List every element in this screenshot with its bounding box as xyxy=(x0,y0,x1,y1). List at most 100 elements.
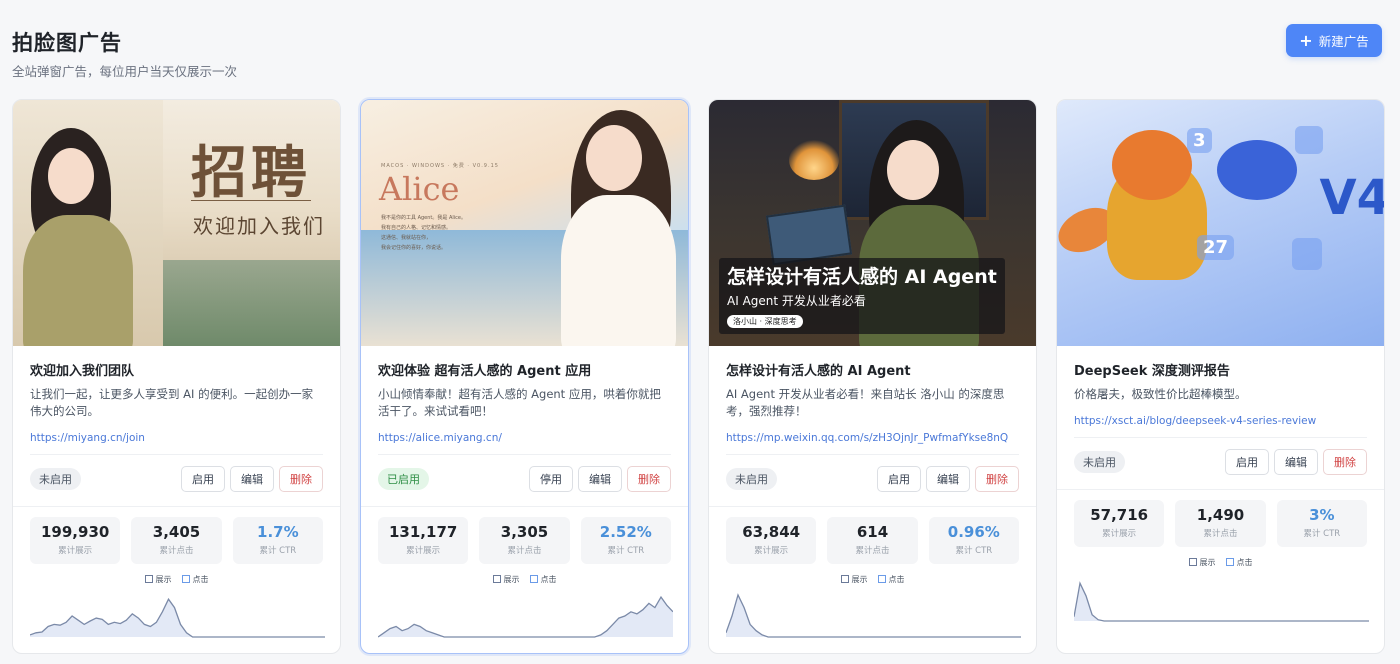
edit-button[interactable]: 编辑 xyxy=(578,465,622,492)
trend-area xyxy=(726,595,1021,637)
cover-divider xyxy=(191,200,311,201)
stat-value: 3% xyxy=(1309,506,1335,524)
edit-button[interactable]: 编辑 xyxy=(926,465,970,492)
chart-legend: 展示 点击 xyxy=(13,574,340,585)
status-badge: 未启用 xyxy=(30,467,81,490)
stat-value: 2.52% xyxy=(599,523,652,541)
stat-label: 累计 CTR xyxy=(955,546,993,556)
stat-ctr: 1.7% 累计 CTR xyxy=(232,517,323,564)
legend-impressions[interactable]: 展示 xyxy=(1188,557,1216,568)
trend-area xyxy=(1074,583,1369,621)
ad-cover-image: 招聘 欢迎加入我们 xyxy=(13,100,340,346)
trend-chart xyxy=(726,593,1021,638)
status-badge: 已启用 xyxy=(378,467,429,490)
cover-line: 我会记住你的喜好，你说话。 xyxy=(381,245,447,251)
cover-number: 3 xyxy=(1187,128,1212,153)
enable-button[interactable]: 启用 xyxy=(181,465,225,492)
stat-value: 131,177 xyxy=(389,523,458,541)
ad-link[interactable]: https://alice.miyang.cn/ xyxy=(378,432,671,444)
stat-label: 累计 CTR xyxy=(1303,529,1341,539)
stat-label: 累计展示 xyxy=(1102,529,1137,539)
plus-icon: + xyxy=(1299,30,1313,50)
legend-impressions[interactable]: 展示 xyxy=(840,574,868,585)
new-ad-button[interactable]: + 新建广告 xyxy=(1286,24,1382,57)
bar-chart-icon xyxy=(1295,126,1323,154)
legend-clicks[interactable]: 点击 xyxy=(181,574,209,585)
legend-clicks[interactable]: 点击 xyxy=(1225,557,1253,568)
cover-line: 我有自己的人格、记忆和情感。 xyxy=(381,225,452,231)
cover-line: 这通信、我就站在你， xyxy=(381,235,432,241)
ad-title: 欢迎加入我们团队 xyxy=(30,364,135,378)
ad-card[interactable]: 怎样设计有活人感的 AI Agent AI Agent 开发从业者必看 洛小山 … xyxy=(708,99,1037,654)
stat-clicks: 614 累计点击 xyxy=(827,517,918,564)
chart-legend: 展示 点击 xyxy=(709,574,1036,585)
edit-button[interactable]: 编辑 xyxy=(1274,448,1318,475)
trend-area xyxy=(378,597,673,637)
whale-logo-icon xyxy=(1217,140,1297,200)
ad-link[interactable]: https://mp.weixin.qq.com/s/zH3OjnJr_Pwfm… xyxy=(726,432,1019,444)
ad-card[interactable]: 3 27 V4 DeepSeek 深度测评报告 价格屠夫，极致性价比超棒模型。 … xyxy=(1056,99,1385,654)
trend-chart xyxy=(1074,581,1369,622)
stat-label: 累计点击 xyxy=(507,546,542,556)
stat-value: 3,405 xyxy=(152,523,201,541)
ad-description: 小山倾情奉献！超有活人感的 Agent 应用，哄着你就把活干了。来试试看吧！ xyxy=(378,387,661,418)
cover-subtitle: AI Agent 开发从业者必看 xyxy=(727,294,866,308)
legend-clicks[interactable]: 点击 xyxy=(877,574,905,585)
stat-value: 57,716 xyxy=(1090,506,1149,524)
enable-button[interactable]: 启用 xyxy=(877,465,921,492)
delete-button[interactable]: 删除 xyxy=(627,465,671,492)
cover-number: 27 xyxy=(1197,235,1235,260)
legend-impressions[interactable]: 展示 xyxy=(144,574,172,585)
stat-impressions: 199,930 累计展示 xyxy=(30,517,121,564)
delete-button[interactable]: 删除 xyxy=(279,465,323,492)
stat-value: 3,305 xyxy=(500,523,549,541)
ad-card[interactable]: MACOS · WINDOWS · 免费 · V0.9.15 Alice 我不是… xyxy=(360,99,689,654)
ad-link[interactable]: https://miyang.cn/join xyxy=(30,432,323,444)
ad-cover-image: 3 27 V4 xyxy=(1057,100,1384,346)
stat-value: 63,844 xyxy=(742,523,801,541)
stat-impressions: 63,844 累计展示 xyxy=(726,517,817,564)
cover-subtitle: 欢迎加入我们 xyxy=(193,214,325,238)
legend-clicks[interactable]: 点击 xyxy=(529,574,557,585)
cover-tag: 洛小山 · 深度思考 xyxy=(727,315,803,328)
legend-impressions[interactable]: 展示 xyxy=(492,574,520,585)
ad-title: 欢迎体验 超有活人感的 Agent 应用 xyxy=(378,364,592,378)
stat-label: 累计点击 xyxy=(159,546,194,556)
ad-link[interactable]: https://xsct.ai/blog/deepseek-v4-series-… xyxy=(1074,415,1367,427)
disable-button[interactable]: 停用 xyxy=(529,465,573,492)
trend-line xyxy=(1074,581,1369,622)
stat-impressions: 57,716 累计展示 xyxy=(1074,500,1165,547)
stat-ctr: 0.96% 累计 CTR xyxy=(928,517,1019,564)
trend-line xyxy=(726,593,1021,638)
ad-card-list: 招聘 欢迎加入我们 欢迎加入我们团队 让我们一起，让更多人享受到 AI 的便利。… xyxy=(12,99,1385,654)
cover-title: 招聘 xyxy=(191,140,311,206)
lamp-icon xyxy=(789,140,839,180)
stat-value: 199,930 xyxy=(41,523,110,541)
delete-button[interactable]: 删除 xyxy=(1323,448,1367,475)
cover-tagline: MACOS · WINDOWS · 免费 · V0.9.15 xyxy=(381,163,499,169)
ad-description: 价格屠夫，极致性价比超棒模型。 xyxy=(1074,387,1247,401)
enable-button[interactable]: 启用 xyxy=(1225,448,1269,475)
page-title: 拍脸图广告 xyxy=(12,31,122,55)
stat-value: 1.7% xyxy=(257,523,299,541)
stat-label: 累计 CTR xyxy=(607,546,645,556)
stat-clicks: 3,405 累计点击 xyxy=(131,517,222,564)
stat-clicks: 3,305 累计点击 xyxy=(479,517,570,564)
cover-title: 怎样设计有活人感的 AI Agent xyxy=(727,266,997,288)
stat-value: 1,490 xyxy=(1196,506,1245,524)
ad-title: DeepSeek 深度测评报告 xyxy=(1074,364,1230,378)
trend-chart xyxy=(30,597,325,638)
stat-clicks: 1,490 累计点击 xyxy=(1175,500,1266,547)
chart-legend: 展示 点击 xyxy=(361,574,688,585)
stat-impressions: 131,177 累计展示 xyxy=(378,517,469,564)
edit-button[interactable]: 编辑 xyxy=(230,465,274,492)
cover-overlay: 怎样设计有活人感的 AI Agent AI Agent 开发从业者必看 洛小山 … xyxy=(719,258,1005,334)
stat-label: 累计展示 xyxy=(406,546,441,556)
chart-legend: 展示 点击 xyxy=(1057,557,1384,568)
ad-card[interactable]: 招聘 欢迎加入我们 欢迎加入我们团队 让我们一起，让更多人享受到 AI 的便利。… xyxy=(12,99,341,654)
trend-chart xyxy=(378,595,673,638)
delete-button[interactable]: 删除 xyxy=(975,465,1019,492)
ad-cover-image: 怎样设计有活人感的 AI Agent AI Agent 开发从业者必看 洛小山 … xyxy=(709,100,1036,346)
ad-description: AI Agent 开发从业者必看！来自站长 洛小山 的深度思考，强烈推荐！ xyxy=(726,387,1005,418)
stat-label: 累计展示 xyxy=(754,546,789,556)
